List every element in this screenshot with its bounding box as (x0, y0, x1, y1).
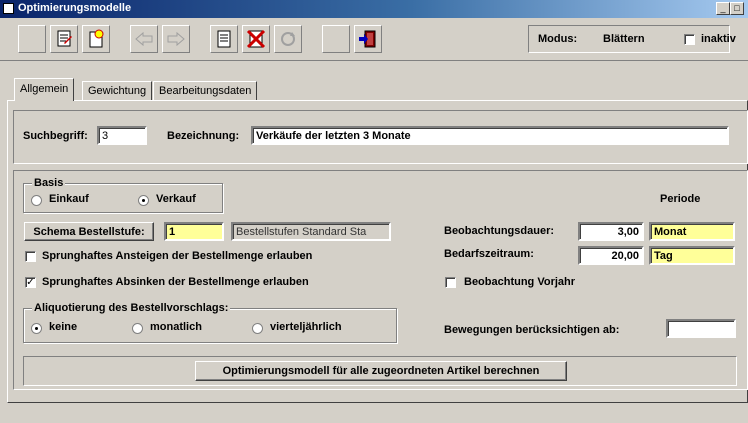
blank-tool-button[interactable] (322, 25, 350, 53)
tab-bearbeitungsdaten[interactable]: Bearbeitungsdaten (153, 81, 258, 100)
minimize-button[interactable]: _ (716, 2, 730, 15)
description-input[interactable]: Verkäufe der letzten 3 Monate (251, 126, 729, 145)
mode-label: Modus: (538, 33, 578, 45)
aliquot-none-radio[interactable] (31, 323, 42, 334)
mode-value: Blättern (603, 33, 645, 45)
aliquot-quarterly-radio[interactable] (252, 323, 263, 334)
delete-record-button[interactable] (242, 25, 270, 53)
basis-verkauf-radio[interactable] (138, 195, 149, 206)
decrease-label: Sprunghaftes Absinken der Bestellmenge e… (42, 276, 309, 288)
edit-record-button[interactable] (50, 25, 78, 53)
search-input[interactable]: 3 (97, 126, 147, 145)
aliquot-quarterly-label: vierteljährlich (270, 321, 342, 333)
previous-record-button[interactable] (130, 25, 158, 53)
prev-year-label: Beobachtung Vorjahr (464, 276, 576, 288)
window-title: Optimierungsmodelle (18, 2, 132, 14)
demand-value-input[interactable]: 20,00 (578, 246, 644, 265)
arrow-left-icon (135, 31, 153, 47)
aliquot-monthly-label: monatlich (150, 321, 202, 333)
demand-unit-input[interactable]: Tag (649, 246, 735, 265)
period-header: Periode (660, 193, 701, 205)
observation-value-input[interactable]: 3,00 (578, 222, 644, 241)
delete-icon (246, 29, 266, 49)
refresh-icon (281, 32, 295, 46)
tab-gewichtung[interactable]: Gewichtung (82, 81, 153, 100)
observation-label: Beobachtungsdauer: (444, 225, 555, 237)
title-bar: Optimierungsmodelle _ □ (0, 0, 748, 18)
basis-einkauf-label: Einkauf (49, 193, 89, 205)
decrease-checkbox[interactable]: ✓ (25, 277, 36, 288)
document-button[interactable] (210, 25, 238, 53)
tab-label: Bearbeitungsdaten (159, 85, 252, 97)
inactive-checkbox[interactable] (684, 34, 695, 45)
aliquot-none-label: keine (49, 321, 78, 333)
tab-allgemein[interactable]: Allgemein (14, 78, 75, 101)
aliquot-legend: Aliquotierung des Bestellvorschlags: (32, 302, 231, 314)
schema-name-field: Bestellstufen Standard Sta (231, 222, 391, 241)
increase-label: Sprunghaftes Ansteigen der Bestellmenge … (42, 250, 313, 262)
next-record-button[interactable] (162, 25, 190, 53)
maximize-button[interactable]: □ (730, 2, 744, 15)
movements-input[interactable] (666, 319, 736, 338)
schema-code-input[interactable]: 1 (164, 222, 224, 241)
exit-door-icon (359, 30, 376, 48)
document-icon (217, 30, 231, 48)
schema-button[interactable]: Schema Bestellstufe: (24, 222, 154, 241)
tab-label: Gewichtung (88, 85, 147, 97)
arrow-right-icon (167, 31, 185, 47)
description-label: Bezeichnung: (167, 130, 240, 142)
basis-einkauf-radio[interactable] (31, 195, 42, 206)
aliquot-monthly-radio[interactable] (132, 323, 143, 334)
tab-label: Allgemein (20, 83, 69, 95)
refresh-button[interactable] (274, 25, 302, 53)
new-blank-button[interactable] (18, 25, 46, 53)
edit-document-icon (57, 30, 72, 47)
increase-checkbox[interactable] (25, 251, 36, 262)
search-label: Suchbegriff: (23, 130, 88, 142)
demand-label: Bedarfszeitraum: (444, 248, 534, 260)
prev-year-checkbox[interactable] (445, 277, 456, 288)
basis-verkauf-label: Verkauf (156, 193, 196, 205)
basis-legend: Basis (32, 177, 66, 189)
calculate-button[interactable]: Optimierungsmodell für alle zugeordneten… (195, 361, 567, 381)
new-document-icon (89, 29, 104, 48)
inactive-label: inaktiv (701, 33, 736, 45)
movements-label: Bewegungen berücksichtigen ab: (444, 324, 620, 336)
new-record-button[interactable] (82, 25, 110, 53)
window-app-icon[interactable] (3, 3, 14, 14)
exit-button[interactable] (354, 25, 382, 53)
observation-unit-input[interactable]: Monat (649, 222, 735, 241)
